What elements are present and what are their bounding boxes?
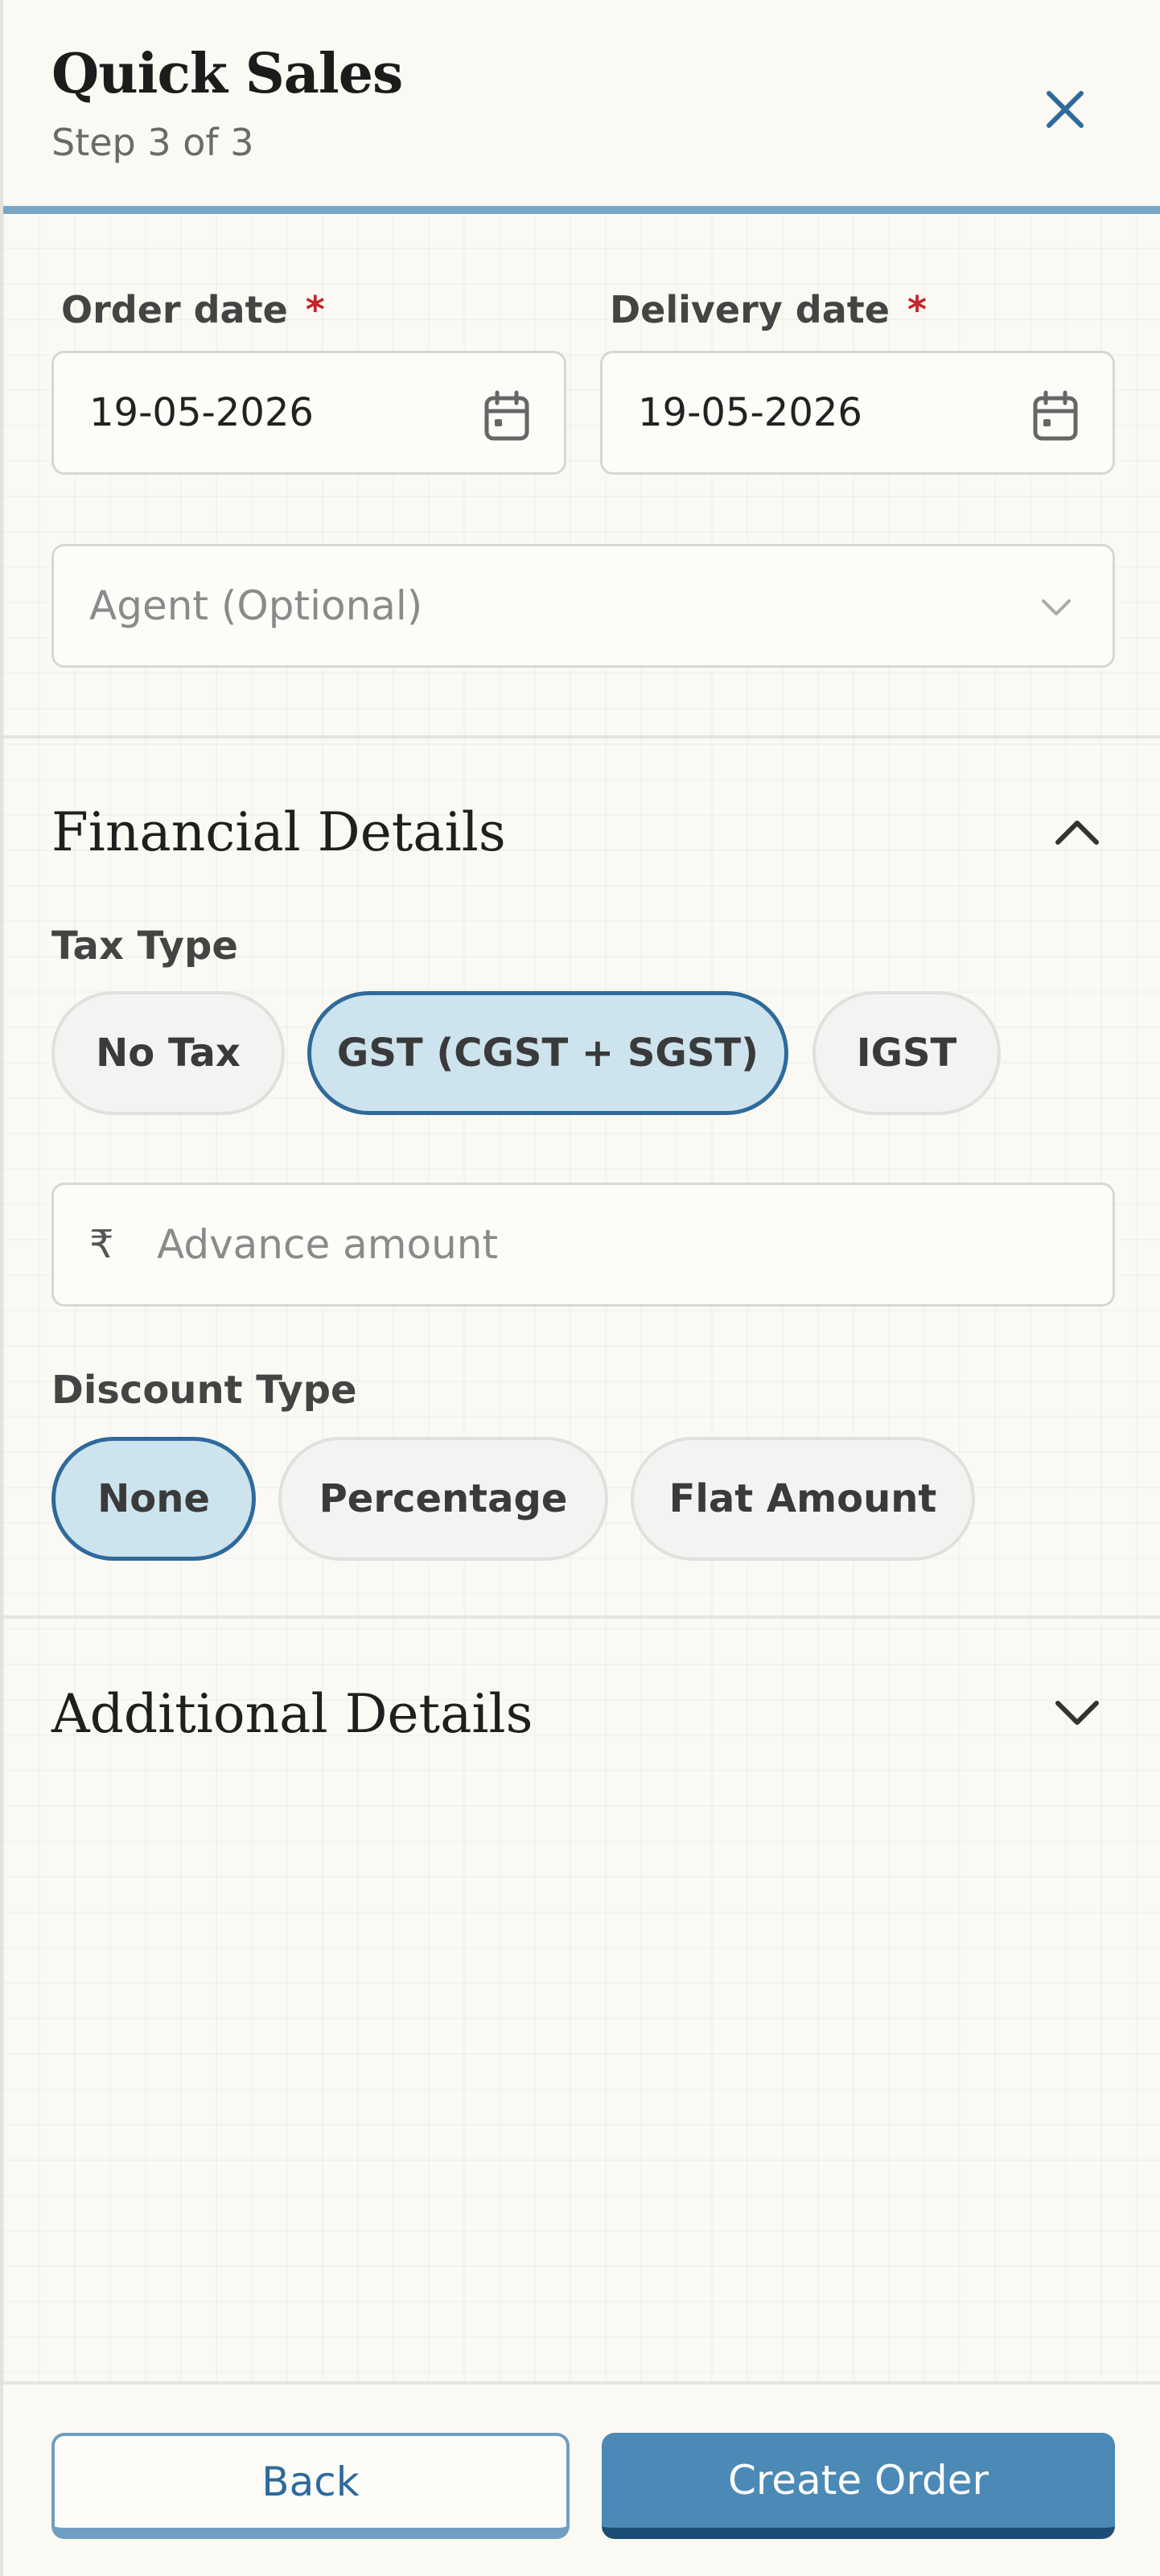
advance-amount-input[interactable]: ₹ Advance amount [51,1183,1115,1307]
required-mark: * [305,288,325,331]
footer-actions: Back Create Order [3,2381,1160,2576]
header: Quick Sales Step 3 of 3 [3,0,1160,214]
back-button[interactable]: Back [51,2433,570,2539]
close-icon [1047,91,1084,128]
order-date-label: Order date * [61,288,325,331]
create-order-button[interactable]: Create Order [602,2433,1115,2539]
delivery-date-value: 19-05-2026 [638,390,862,435]
step-indicator: Step 3 of 3 [51,121,254,164]
calendar-icon[interactable] [483,390,530,442]
advance-placeholder: Advance amount [157,1221,499,1268]
order-date-value: 19-05-2026 [89,390,314,435]
divider [3,735,1160,739]
quick-sales-sheet: Quick Sales Step 3 of 3 Order date * Deli… [0,0,1160,2576]
discount-type-label: Discount Type [51,1368,357,1413]
close-button[interactable] [1033,77,1097,142]
tax-type-label: Tax Type [51,924,238,969]
agent-select[interactable]: Agent (Optional) [51,544,1115,668]
tax-option-igst[interactable]: IGST [812,991,1001,1115]
discount-option-none[interactable]: None [51,1437,256,1561]
chevron-down-icon[interactable] [1054,1699,1100,1728]
delivery-date-label: Delivery date * [610,288,928,331]
chevron-down-icon [1042,599,1071,615]
divider [3,1615,1160,1619]
page-title: Quick Sales [51,42,403,106]
additional-details-title: Additional Details [51,1683,533,1745]
discount-option-percentage[interactable]: Percentage [278,1437,608,1561]
discount-option-flat-amount[interactable]: Flat Amount [631,1437,975,1561]
tax-option-no-tax[interactable]: No Tax [51,991,285,1115]
order-date-input[interactable]: 19-05-2026 [51,351,566,475]
financial-details-title: Financial Details [51,801,506,863]
chevron-up-icon[interactable] [1054,817,1100,846]
tax-option-gst[interactable]: GST (CGST + SGST) [307,991,788,1115]
agent-placeholder: Agent (Optional) [89,582,423,629]
rupee-icon: ₹ [89,1222,114,1267]
required-mark: * [907,288,928,331]
delivery-date-input[interactable]: 19-05-2026 [600,351,1115,475]
calendar-icon[interactable] [1032,390,1079,442]
